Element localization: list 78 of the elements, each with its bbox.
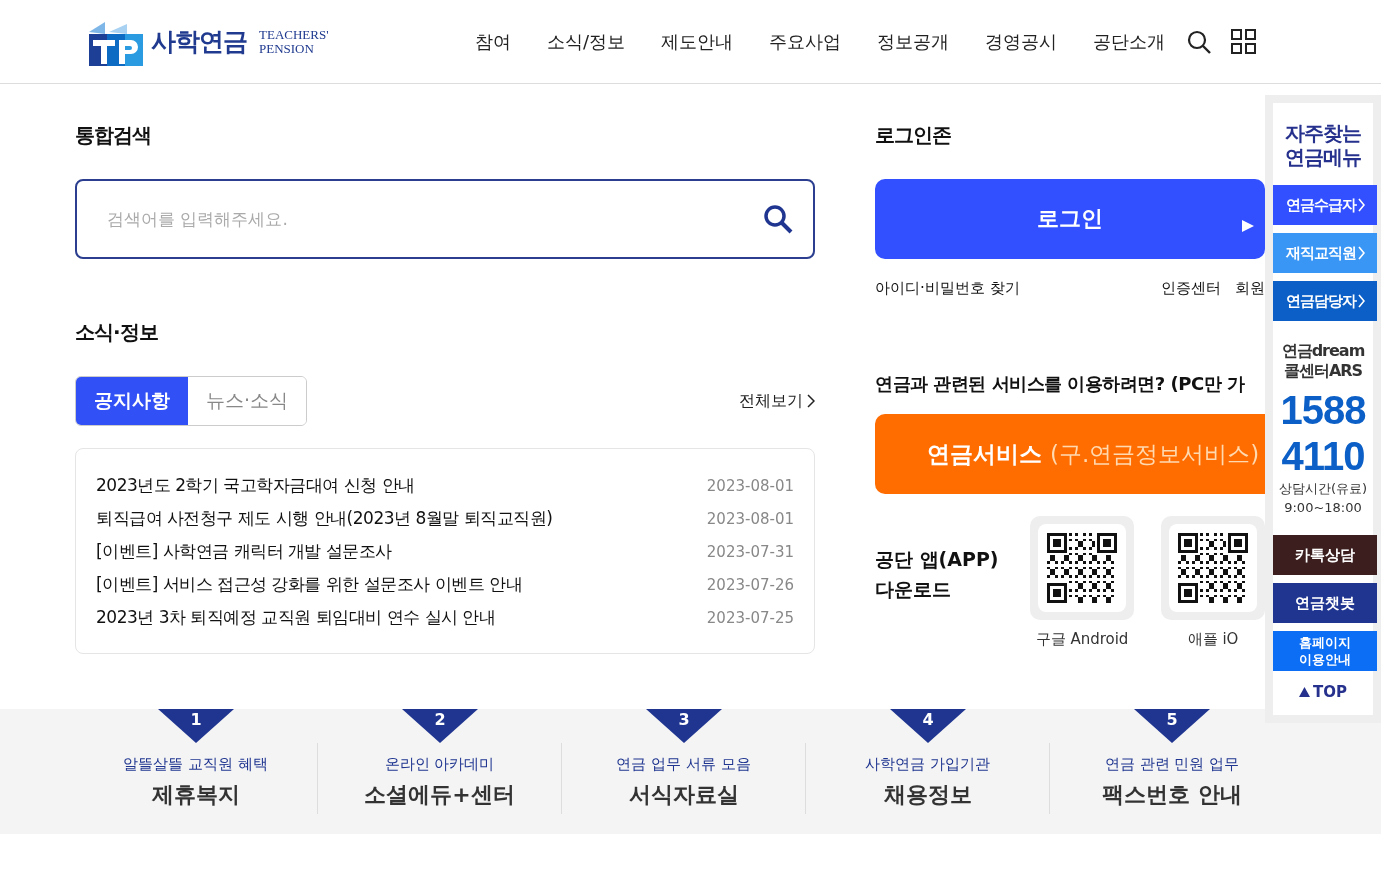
logo-text: 사학연금 xyxy=(151,26,247,58)
call-center-label: 연금dream xyxy=(1281,341,1365,361)
find-id-password-link[interactable]: 아이디·비밀번호 찾기 xyxy=(875,279,1020,298)
chevron-right-icon xyxy=(1357,246,1365,260)
feature-link[interactable]: 온라인 아카데미 소셜에듀+센터 xyxy=(318,743,562,814)
step-badge: 5 xyxy=(1134,709,1210,743)
feature-link[interactable]: 알뜰살뜰 교직원 혜택 제휴복지 xyxy=(74,743,318,814)
feature-title: 제휴복지 xyxy=(151,781,240,809)
qr-code xyxy=(1178,533,1248,603)
nav-link[interactable]: 참여 xyxy=(457,29,529,54)
section-title: 소식·정보 xyxy=(75,319,158,346)
nav-link[interactable]: 주요사업 xyxy=(751,29,860,54)
phone-number: 1588 xyxy=(1280,387,1366,433)
view-all-link[interactable]: 전체보기 xyxy=(739,390,815,412)
nav-link[interactable]: 정보공개 xyxy=(859,29,968,54)
logo-english-text: TEACHERS' xyxy=(259,27,329,42)
nav-link[interactable]: 제도안내 xyxy=(643,29,752,54)
login-link[interactable]: 회원 xyxy=(1235,279,1265,298)
notice-link[interactable]: [이벤트] 서비스 접근성 강화를 위한 설문조사 이벤트 안내 xyxy=(96,573,523,596)
feature-title: 채용정보 xyxy=(883,781,972,809)
chevron-right-icon xyxy=(1357,294,1365,308)
quick-menu-button[interactable]: 카톡상담 xyxy=(1273,535,1377,575)
notice-date: 2023-07-31 xyxy=(706,542,794,561)
quick-menu-title: 연금메뉴 xyxy=(1285,145,1361,169)
quick-menu-link[interactable]: 연금담당자 xyxy=(1273,281,1377,321)
quick-menu-title: 자주찾는 xyxy=(1285,121,1361,145)
back-to-top-link[interactable]: TOP xyxy=(1299,683,1347,701)
nav-link[interactable]: 공단소개 xyxy=(1075,29,1184,54)
feature-link[interactable]: 연금 관련 민원 업무 팩스번호 안내 xyxy=(1050,743,1294,814)
service-question-text: 연금과 관련된 서비스를 이용하려면? (PC만 가 xyxy=(875,372,1246,396)
feature-title: 서식자료실 xyxy=(628,781,739,809)
feature-subtitle: 사학연금 가입기관 xyxy=(865,755,990,774)
notice-link[interactable]: 퇴직급여 사전청구 제도 시행 안내(2023년 8월말 퇴직교직원) xyxy=(96,507,553,530)
step-badge: 1 xyxy=(158,709,234,743)
phone-number: 4110 xyxy=(1281,433,1365,479)
login-link[interactable]: 인증센터 xyxy=(1161,279,1221,298)
login-button[interactable]: 로그인 xyxy=(875,179,1265,259)
notice-link[interactable]: [이벤트] 사학연금 캐릭터 개발 설문조사 xyxy=(96,540,392,563)
notice-date: 2023-08-01 xyxy=(706,476,794,495)
menu-icon[interactable] xyxy=(1231,29,1257,54)
news-tab[interactable]: 공지사항 xyxy=(76,377,188,425)
app-download-title: 공단 앱(APP) xyxy=(875,547,1000,572)
notice-link[interactable]: 2023년 3차 퇴직예정 교직원 퇴임대비 연수 실시 안내 xyxy=(96,606,496,629)
step-badge: 3 xyxy=(646,709,722,743)
feature-title: 소셜에듀+센터 xyxy=(364,781,515,809)
section-title: 통합검색 xyxy=(75,122,151,149)
chevron-right-icon xyxy=(1357,198,1365,212)
chevron-right-icon xyxy=(807,394,815,408)
triangle-up-icon xyxy=(1299,687,1310,697)
consult-hours: 상담시간(유료) xyxy=(1278,480,1368,498)
quick-menu-button[interactable]: 홈페이지 이용안내 xyxy=(1273,631,1377,671)
section-title: 로그인존 xyxy=(875,122,951,149)
qr-code xyxy=(1047,533,1117,603)
notice-date: 2023-08-01 xyxy=(706,509,794,528)
feature-link[interactable]: 사학연금 가입기관 채용정보 xyxy=(806,743,1050,814)
feature-subtitle: 온라인 아카데미 xyxy=(384,755,495,774)
consult-hours: 9:00~18:00 xyxy=(1284,499,1362,517)
quick-menu-link[interactable]: 연금수급자 xyxy=(1273,185,1377,225)
feature-subtitle: 알뜰살뜰 교직원 혜택 xyxy=(123,755,268,774)
feature-link[interactable]: 연금 업무 서류 모음 서식자료실 xyxy=(562,743,806,814)
step-badge: 4 xyxy=(890,709,966,743)
search-field[interactable]: 검색어를 입력해주세요. xyxy=(75,179,815,259)
notice-date: 2023-07-25 xyxy=(706,608,794,627)
feature-title: 팩스번호 안내 xyxy=(1102,781,1242,809)
search-icon[interactable] xyxy=(763,204,793,234)
search-icon[interactable] xyxy=(1187,29,1212,54)
feature-subtitle: 연금 업무 서류 모음 xyxy=(616,755,751,774)
app-download-title: 다운로드 xyxy=(875,577,952,602)
notice-link[interactable]: 2023년도 2학기 국고학자금대여 신청 안내 xyxy=(96,474,415,497)
quick-menu-button[interactable]: 연금챗봇 xyxy=(1273,583,1377,623)
play-icon xyxy=(1241,219,1255,233)
notice-date: 2023-07-26 xyxy=(706,575,794,594)
nav-link[interactable]: 소식/정보 xyxy=(529,29,644,54)
call-center-label: 콜센터ARS xyxy=(1283,361,1363,381)
nav-link[interactable]: 경영공시 xyxy=(967,29,1076,54)
logo-english-text: PENSION xyxy=(259,41,315,56)
feature-subtitle: 연금 관련 민원 업무 xyxy=(1104,755,1240,774)
step-badge: 2 xyxy=(402,709,478,743)
